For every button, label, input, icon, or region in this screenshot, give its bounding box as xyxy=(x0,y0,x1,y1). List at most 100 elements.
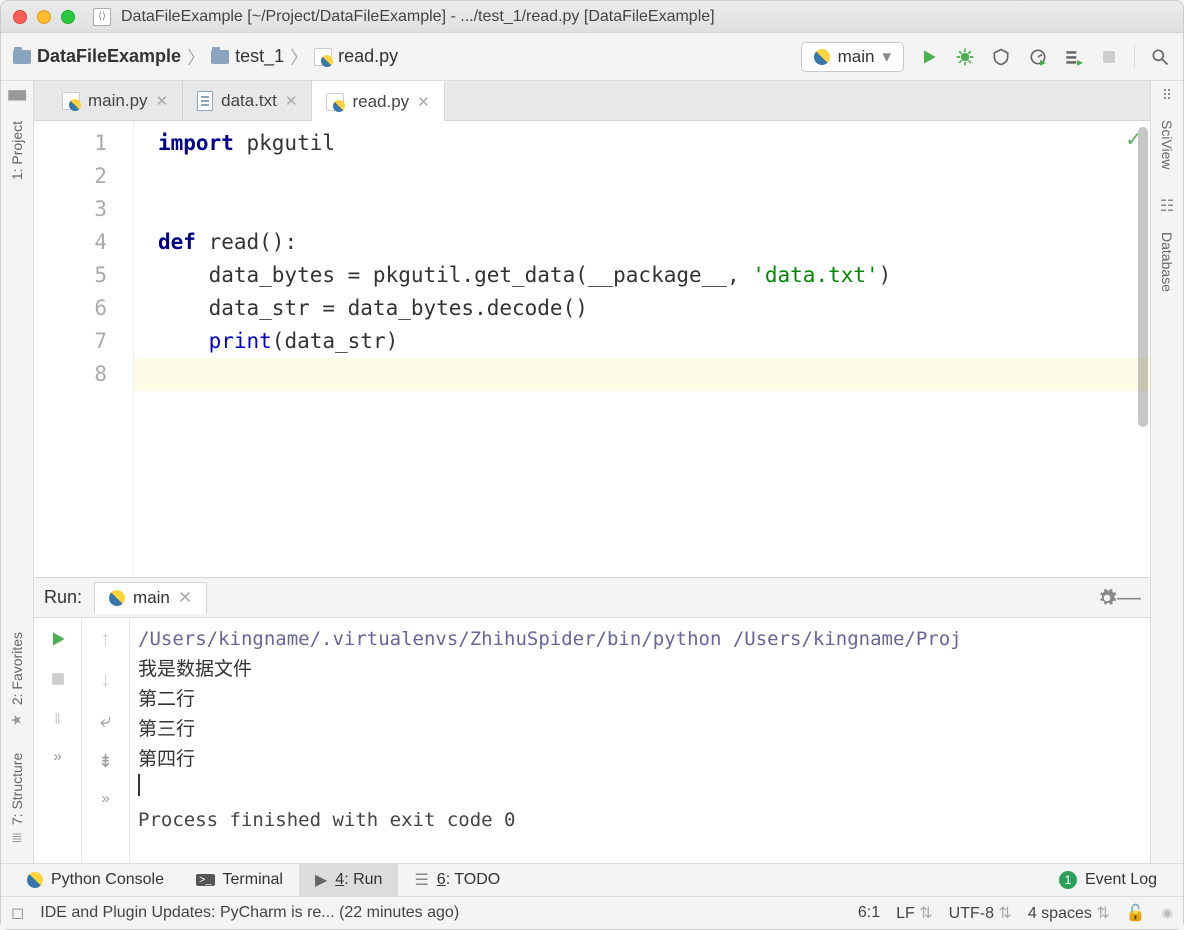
bottom-item-python-console[interactable]: Python Console xyxy=(11,864,180,896)
minimize-window-icon[interactable] xyxy=(37,10,51,24)
indent-setting[interactable]: 4 spaces ⇅ xyxy=(1028,903,1110,923)
run-tab-main[interactable]: main ✕ xyxy=(94,582,207,614)
tab-label: data.txt xyxy=(221,91,277,111)
crumb-project[interactable]: DataFileExample xyxy=(13,46,181,67)
crumb-folder[interactable]: test_1 xyxy=(211,46,284,67)
debug-button[interactable] xyxy=(954,46,976,68)
folder-icon xyxy=(211,50,229,64)
play-icon: ▶ xyxy=(315,870,327,890)
crumb-label: read.py xyxy=(338,46,398,67)
bottom-label: 4: Run xyxy=(335,871,382,889)
search-icon[interactable] xyxy=(1149,46,1171,68)
run-tab-label: main xyxy=(133,588,170,608)
close-window-icon[interactable] xyxy=(13,10,27,24)
expand-icon[interactable]: » xyxy=(101,790,109,807)
stop-button[interactable] xyxy=(47,668,69,690)
python-logo-icon xyxy=(814,49,830,65)
run-primary-controls: ‖ » xyxy=(34,618,82,863)
tab-label: read.py xyxy=(352,92,409,112)
status-message[interactable]: IDE and Plugin Updates: PyCharm is re...… xyxy=(40,904,459,922)
run-secondary-controls: ↑ ↓ ⤶ ⇟ » xyxy=(82,618,130,863)
stop-button[interactable] xyxy=(1098,46,1120,68)
bottom-label: Python Console xyxy=(51,871,164,889)
list-icon: ☰ xyxy=(414,870,428,890)
window-title: DataFileExample [~/Project/DataFileExamp… xyxy=(121,8,715,26)
expand-icon[interactable]: » xyxy=(53,748,61,765)
sidebar-item-sciview[interactable]: SciView xyxy=(1159,110,1175,180)
python-file-icon xyxy=(326,93,344,111)
python-file-icon xyxy=(314,48,332,66)
zoom-window-icon[interactable] xyxy=(61,10,75,24)
python-file-icon xyxy=(62,92,80,110)
bottom-item-event-log[interactable]: 1 Event Log xyxy=(1043,864,1173,896)
crumb-label: test_1 xyxy=(235,46,284,67)
terminal-icon: >_ xyxy=(196,874,215,886)
sidebar-item-project[interactable]: 1: Project xyxy=(9,111,25,190)
crumb-label: DataFileExample xyxy=(37,46,181,67)
sidebar-item-structure[interactable]: ≣7: Structure xyxy=(9,743,25,853)
run-config-label: main xyxy=(838,47,875,67)
left-tool-rail: ▉ 1: Project ★2: Favorites ≣7: Structure xyxy=(1,81,34,863)
file-encoding[interactable]: UTF-8 ⇅ xyxy=(949,903,1012,923)
run-controls: main ▾ ▸ ▸ xyxy=(801,42,1171,72)
soft-wrap-icon[interactable]: ⤶ xyxy=(100,710,111,733)
run-title: Run: xyxy=(44,587,82,608)
bottom-item-run[interactable]: ▶ 4: Run xyxy=(299,864,398,896)
python-icon xyxy=(27,872,43,888)
bottom-label: Event Log xyxy=(1085,871,1157,889)
bottom-item-todo[interactable]: ☰ 6: TODO xyxy=(398,864,516,896)
crumb-file[interactable]: read.py xyxy=(314,46,398,67)
hide-icon[interactable]: — xyxy=(1118,587,1140,609)
close-icon[interactable]: ✕ xyxy=(417,93,430,111)
profile-button[interactable]: ▸ xyxy=(1026,46,1048,68)
python-logo-icon xyxy=(109,590,125,606)
bottom-item-terminal[interactable]: >_ Terminal xyxy=(180,864,299,896)
down-arrow-icon[interactable]: ↓ xyxy=(101,669,111,692)
sidebar-item-database[interactable]: Database xyxy=(1159,222,1175,302)
code-editor[interactable]: 12345678 import pkgutil def read(): data… xyxy=(34,121,1150,577)
close-icon[interactable]: ✕ xyxy=(178,588,192,608)
rerun-button[interactable] xyxy=(47,628,69,650)
scroll-to-end-icon[interactable]: ⇟ xyxy=(98,751,113,772)
tool-windows-icon[interactable]: ◻ xyxy=(11,903,24,923)
database-icon[interactable]: ☷ xyxy=(1160,196,1174,216)
run-button[interactable] xyxy=(918,46,940,68)
close-icon[interactable]: ✕ xyxy=(285,92,298,110)
file-icon: ⟨⟩ xyxy=(93,8,111,26)
editor-scrollbar[interactable] xyxy=(1138,127,1148,427)
inspector-icon[interactable]: ◉ xyxy=(1162,905,1173,921)
right-tool-rail: ⠿ SciView ☷ Database xyxy=(1150,81,1183,863)
window-titlebar: ⟨⟩ DataFileExample [~/Project/DataFileEx… xyxy=(1,1,1183,33)
breadcrumb: DataFileExample 〉 test_1 〉 read.py xyxy=(13,44,801,70)
coverage-button[interactable] xyxy=(990,46,1012,68)
event-count-badge: 1 xyxy=(1059,871,1077,889)
tab-read-py[interactable]: read.py ✕ xyxy=(312,81,444,121)
lock-icon[interactable]: 🔓 xyxy=(1126,903,1146,923)
bottom-label: 6: TODO xyxy=(437,871,500,889)
attach-button[interactable]: ▸ xyxy=(1062,46,1084,68)
chevron-right-icon: 〉 xyxy=(187,44,205,70)
navigation-toolbar: DataFileExample 〉 test_1 〉 read.py main … xyxy=(1,33,1183,81)
editor-gutter: 12345678 xyxy=(34,121,134,577)
status-bar: ◻ IDE and Plugin Updates: PyCharm is re.… xyxy=(1,896,1183,929)
tab-data-txt[interactable]: data.txt ✕ xyxy=(183,81,312,120)
sidebar-item-favorites[interactable]: ★2: Favorites xyxy=(9,622,25,737)
bottom-label: Terminal xyxy=(223,871,283,889)
up-arrow-icon[interactable]: ↑ xyxy=(101,628,111,651)
project-tool-icon: ▉ xyxy=(8,90,26,102)
close-icon[interactable]: ✕ xyxy=(156,92,169,110)
grid-icon[interactable]: ⠿ xyxy=(1162,87,1172,104)
editor-tabs: main.py ✕ data.txt ✕ read.py ✕ xyxy=(34,81,1150,121)
chevron-right-icon: 〉 xyxy=(290,44,308,70)
gear-icon[interactable] xyxy=(1096,587,1118,609)
run-config-select[interactable]: main ▾ xyxy=(801,42,904,72)
console-output[interactable]: /Users/kingname/.virtualenvs/ZhihuSpider… xyxy=(130,618,1150,863)
tab-main-py[interactable]: main.py ✕ xyxy=(48,81,183,120)
pause-button[interactable]: ‖ xyxy=(47,708,69,730)
star-icon: ★ xyxy=(9,711,25,727)
run-header: Run: main ✕ — xyxy=(34,578,1150,618)
text-file-icon xyxy=(197,91,213,111)
editor-content[interactable]: import pkgutil def read(): data_bytes = … xyxy=(134,121,1150,577)
line-separator[interactable]: LF ⇅ xyxy=(896,903,933,923)
cursor-position[interactable]: 6:1 xyxy=(858,904,880,922)
